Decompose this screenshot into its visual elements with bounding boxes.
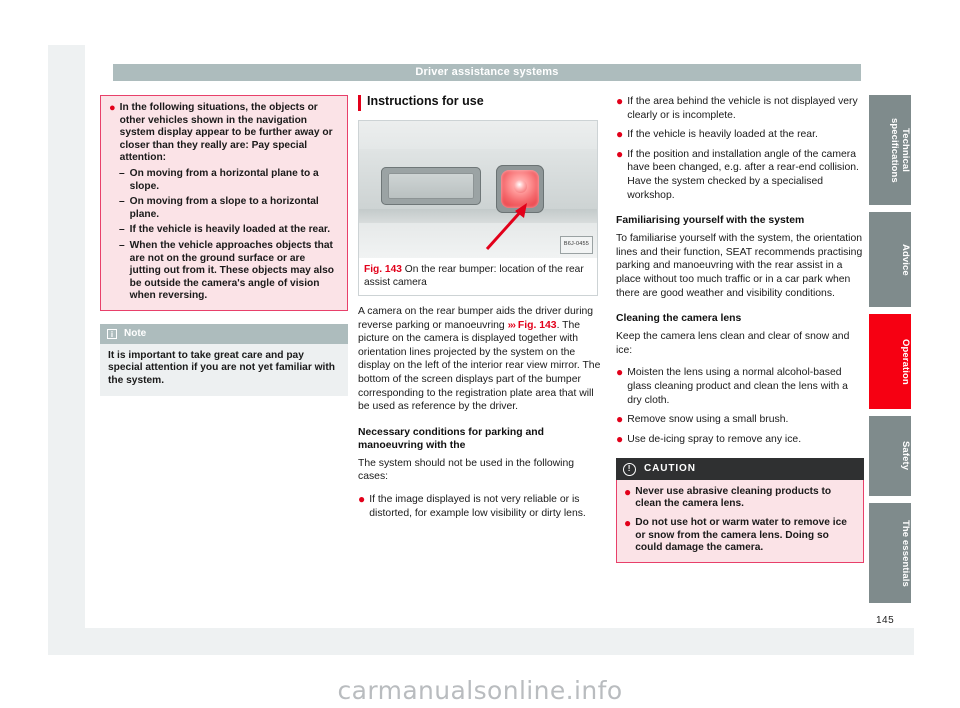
bullet-dot-icon: ● (616, 431, 624, 446)
conditions-bullet: ● If the image displayed is not very rel… (358, 491, 606, 520)
bullet-dot-icon: ● (358, 491, 366, 506)
warning-lead-bullet: ● In the following situations, the objec… (109, 102, 339, 165)
section-heading-text: Instructions for use (367, 94, 484, 108)
conditions-intro-text: The system should not be used in the fol… (358, 457, 575, 483)
cleaning-intro-text: Keep the camera lens clean and clear of … (616, 331, 850, 356)
side-tab-label: Technical specifications (889, 117, 911, 183)
figure-image-code: B6J-0455 (559, 236, 593, 254)
cleaning-bullet-text: Use de-icing spray to remove any ice. (627, 433, 802, 445)
conditions-bullet: ● If the area behind the vehicle is not … (616, 94, 864, 122)
warning-box: ● In the following situations, the objec… (100, 95, 348, 311)
page-columns: ● In the following situations, the objec… (100, 94, 865, 615)
warning-sub-item: – If the vehicle is heavily loaded at th… (109, 224, 339, 237)
warning-sub-text: When the vehicle approaches objects that… (129, 239, 335, 302)
side-tab-label: Safety (900, 441, 911, 471)
right-column: ● If the area behind the vehicle is not … (616, 94, 864, 563)
figure-reference-link[interactable]: Fig. 143 (518, 320, 557, 331)
bullet-dot-icon: ● (624, 516, 632, 531)
watermark: carmanualsonline.info (337, 676, 623, 705)
bullet-dot-icon: ● (616, 127, 624, 142)
caution-box: ! CAUTION ● Never use abrasive cleaning … (616, 458, 864, 563)
dash-icon: – (119, 167, 125, 179)
side-tab-label: Advice (900, 243, 911, 276)
side-tab-label: The essentials (900, 519, 911, 587)
conditions-bullet: ● If the position and installation angle… (616, 146, 864, 202)
bullet-dot-icon: ● (624, 484, 632, 499)
figure-caption: Fig. 143 On the rear bumper: location of… (359, 258, 597, 295)
side-tab-operation[interactable]: Operation (869, 314, 911, 409)
figure-image: B6J-0455 (359, 121, 597, 258)
caution-box-body: ● Never use abrasive cleaning products t… (616, 479, 864, 563)
warning-sub-text: On moving from a horizontal plane to a s… (129, 167, 319, 192)
familiarising-text: To familiarise yourself with the system,… (616, 233, 863, 299)
center-column: Instructions for use B6J-0455 Fig. 143 O… (358, 94, 606, 526)
caution-box-header: ! CAUTION (616, 458, 864, 480)
warning-sub-list: – On moving from a horizontal plane to a… (109, 168, 339, 303)
dash-icon: – (119, 196, 125, 208)
bullet-dot-icon: ● (616, 365, 624, 380)
figure-143: B6J-0455 Fig. 143 On the rear bumper: lo… (358, 120, 598, 296)
conditions-bullet-text: If the image displayed is not very relia… (369, 493, 586, 519)
section-heading-instructions: Instructions for use (358, 94, 606, 111)
dash-icon: – (119, 224, 125, 236)
warning-sub-text: On moving from a slope to a horizontal p… (129, 196, 319, 220)
dash-icon: – (119, 239, 125, 251)
bullet-dot-icon: ● (616, 412, 624, 427)
cleaning-bullet: ● Moisten the lens using a normal alcoho… (616, 366, 864, 407)
conditions-bullet-text: If the area behind the vehicle is not di… (627, 96, 858, 121)
side-tab-safety[interactable]: Safety (869, 416, 911, 496)
subheading-necessary-conditions: Necessary conditions for parking and man… (358, 426, 544, 451)
side-tab-advice[interactable]: Advice (869, 212, 911, 307)
registration-plate-recess (381, 167, 481, 205)
warning-sub-item: – On moving from a horizontal plane to a… (109, 168, 339, 193)
figure-label: Fig. 143 (364, 264, 402, 275)
heading-accent-bar (358, 95, 361, 111)
intro-paragraph: A camera on the rear bumper aids the dri… (358, 305, 606, 414)
registration-plate-inner (388, 173, 474, 199)
caution-bullet: ● Do not use hot or warm water to remove… (624, 517, 856, 555)
warning-sub-item: – On moving from a slope to a horizontal… (109, 196, 339, 221)
side-tab-navigation: Technical specifications Advice Operatio… (869, 95, 911, 610)
cleaning-bullet: ● Remove snow using a small brush. (616, 413, 864, 427)
warning-sub-text: If the vehicle is heavily loaded at the … (129, 224, 331, 236)
conditions-bullet: ● If the vehicle is heavily loaded at th… (616, 128, 864, 142)
note-box: i Note It is important to take great car… (100, 323, 348, 397)
warning-circle-icon: ! (623, 462, 636, 476)
page-header-title: Driver assistance systems (113, 64, 861, 81)
note-box-title: Note (124, 327, 147, 339)
reference-arrows-icon: ››› (507, 319, 516, 331)
subheading-cleaning: Cleaning the camera lens (616, 313, 742, 325)
camera-lens (514, 180, 527, 193)
bullet-dot-icon: ● (616, 94, 624, 108)
bullet-dot-icon: ● (616, 146, 624, 161)
warning-lead-text: In the following situations, the objects… (119, 102, 333, 164)
info-icon: i (107, 328, 117, 339)
side-tab-technical-specifications[interactable]: Technical specifications (869, 95, 911, 205)
page-number: 145 (876, 615, 895, 626)
intro-paragraph-part2: . The picture on the camera is displayed… (358, 319, 601, 413)
bumper-band-crease (359, 209, 597, 223)
left-column: ● In the following situations, the objec… (100, 95, 348, 397)
conditions-bullet-text: If the vehicle is heavily loaded at the … (627, 129, 818, 141)
caution-box-title: CAUTION (644, 463, 696, 475)
note-box-text: It is important to take great care and p… (108, 349, 336, 386)
warning-sub-item: – When the vehicle approaches objects th… (109, 240, 339, 303)
conditions-bullet-text: If the position and installation angle o… (627, 148, 859, 201)
cleaning-bullet-text: Moisten the lens using a normal alcohol-… (627, 367, 848, 406)
side-tab-the-essentials[interactable]: The essentials (869, 503, 911, 603)
caution-bullet: ● Never use abrasive cleaning products t… (624, 484, 856, 511)
cleaning-bullet: ● Use de-icing spray to remove any ice. (616, 431, 864, 447)
pointer-arrow-icon (485, 203, 527, 251)
bullet-dot-icon: ● (109, 102, 116, 114)
side-tab-label: Operation (900, 338, 911, 385)
caution-bullet-text: Never use abrasive cleaning products to … (635, 485, 832, 510)
cleaning-bullet-text: Remove snow using a small brush. (627, 414, 789, 426)
subheading-familiarising: Familiarising yourself with the system (616, 215, 805, 227)
caution-bullet-text: Do not use hot or warm water to remove i… (635, 517, 847, 554)
bumper-band-top (359, 121, 597, 149)
page-viewport: Driver assistance systems ● In the follo… (0, 0, 960, 708)
note-box-header: i Note (100, 323, 348, 344)
